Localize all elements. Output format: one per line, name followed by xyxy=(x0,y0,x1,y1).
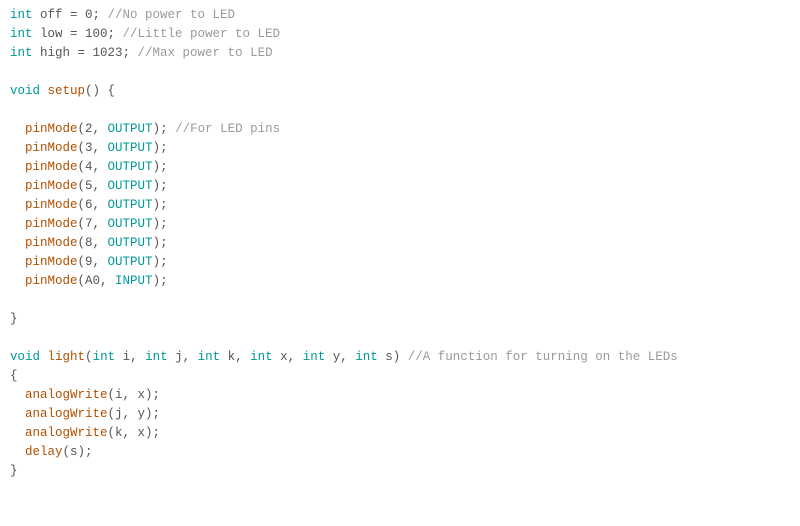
code-line: pinMode(A0, INPUT); xyxy=(10,274,168,288)
code-line: analogWrite(i, x); xyxy=(10,388,160,402)
code-line: pinMode(8, OUTPUT); xyxy=(10,236,168,250)
code-line: void setup() { xyxy=(10,84,115,98)
code-line: pinMode(3, OUTPUT); xyxy=(10,141,168,155)
code-line: analogWrite(k, x); xyxy=(10,426,160,440)
code-line: pinMode(6, OUTPUT); xyxy=(10,198,168,212)
code-line: pinMode(5, OUTPUT); xyxy=(10,179,168,193)
code-line: pinMode(2, OUTPUT); //For LED pins xyxy=(10,122,280,136)
code-line: pinMode(7, OUTPUT); xyxy=(10,217,168,231)
code-line: int high = 1023; //Max power to LED xyxy=(10,46,273,60)
code-line: void light(int i, int j, int k, int x, i… xyxy=(10,350,678,364)
code-line: } xyxy=(10,312,18,326)
code-line: analogWrite(j, y); xyxy=(10,407,160,421)
code-line: } xyxy=(10,464,18,478)
code-line: pinMode(9, OUTPUT); xyxy=(10,255,168,269)
code-line: pinMode(4, OUTPUT); xyxy=(10,160,168,174)
code-block: int off = 0; //No power to LED int low =… xyxy=(0,0,800,487)
code-line: int off = 0; //No power to LED xyxy=(10,8,235,22)
code-line: delay(s); xyxy=(10,445,93,459)
code-line: int low = 100; //Little power to LED xyxy=(10,27,280,41)
code-line: { xyxy=(10,369,18,383)
